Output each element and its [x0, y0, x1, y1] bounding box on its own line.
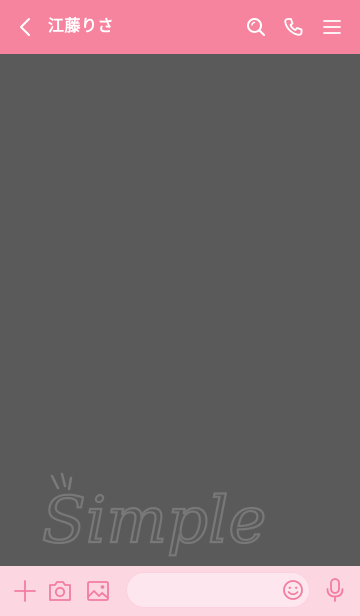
chat-header: 江藤りさ: [0, 0, 360, 54]
plus-icon[interactable]: [10, 576, 40, 606]
chat-title: 江藤りさ: [48, 18, 115, 35]
camera-icon[interactable]: [45, 576, 75, 606]
phone-icon[interactable]: [279, 13, 307, 41]
microphone-icon[interactable]: [320, 575, 350, 605]
emoji-icon[interactable]: [279, 576, 307, 604]
message-footer: [0, 566, 360, 616]
watermark-text: Simple: [42, 484, 266, 558]
image-icon[interactable]: [83, 576, 113, 606]
search-icon[interactable]: [242, 13, 270, 41]
back-arrow-icon[interactable]: [12, 13, 40, 41]
menu-icon[interactable]: [318, 13, 346, 41]
simple-watermark-logo: Simple: [41, 472, 267, 559]
